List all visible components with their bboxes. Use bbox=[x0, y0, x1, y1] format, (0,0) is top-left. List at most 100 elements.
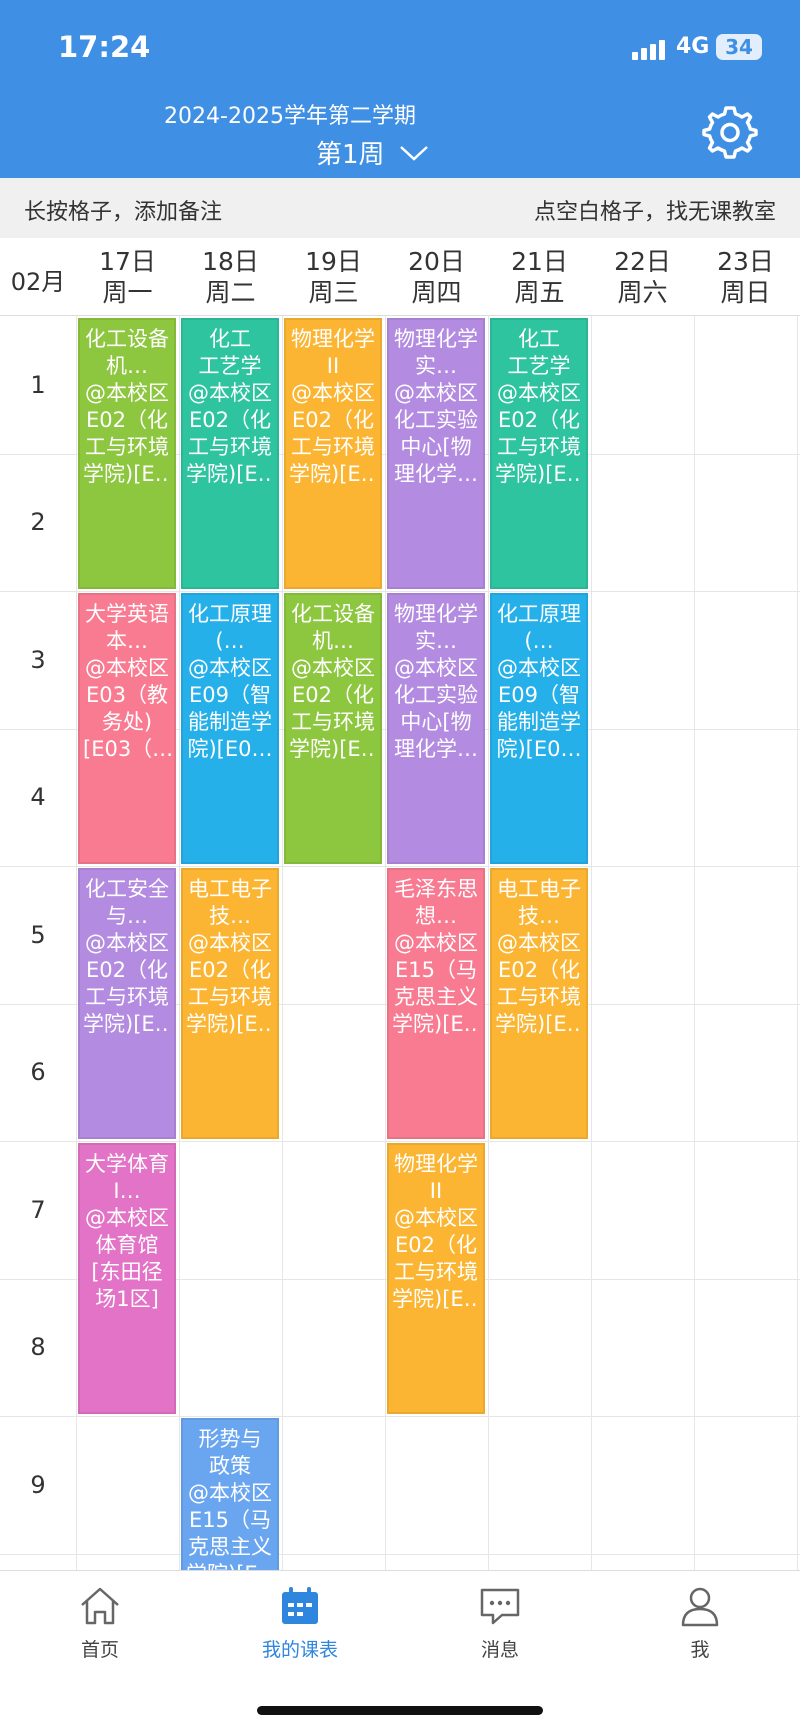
course-text-line: 院)[E0… bbox=[496, 737, 582, 761]
day-date: 21日 bbox=[511, 247, 568, 276]
course-text-line: 形势与 bbox=[198, 1427, 262, 1451]
course-text-line: 克思主义 bbox=[188, 1535, 272, 1559]
course-card[interactable]: 物理化学 实… @本校区 化工实验 中心[物 理化学… bbox=[387, 318, 485, 589]
course-text-line: E03（教 bbox=[86, 683, 168, 707]
course-text-line: @本校区 bbox=[291, 656, 375, 680]
day-weekday: 周六 bbox=[617, 278, 668, 307]
course-card[interactable]: 物理化学 II @本校区 E02（化 工与环境 学院)[E… bbox=[387, 1143, 485, 1414]
course-card[interactable]: 物理化学 实… @本校区 化工实验 中心[物 理化学… bbox=[387, 593, 485, 864]
course-card[interactable]: 化工安全 与… @本校区 E02（化 工与环境 学院)[E… bbox=[78, 868, 176, 1139]
course-text-line: 技… bbox=[209, 904, 251, 928]
course-text-line: 工与环境 bbox=[497, 435, 581, 459]
course-text-line: [E03（… bbox=[83, 737, 171, 761]
day-header: 17日 周一 bbox=[76, 246, 179, 308]
course-text-line: @本校区 bbox=[497, 931, 581, 955]
course-text-line: 物理化学 bbox=[394, 327, 478, 351]
course-text-line: 实… bbox=[415, 629, 457, 653]
course-text-line: 化工安全 bbox=[85, 877, 169, 901]
home-indicator bbox=[257, 1706, 543, 1715]
message-icon bbox=[480, 1588, 520, 1625]
course-text-line: @本校区 bbox=[188, 656, 272, 680]
day-date: 23日 bbox=[717, 247, 774, 276]
course-card[interactable]: 化工原理 (… @本校区 E09（智 能制造学 院)[E0… bbox=[490, 593, 588, 864]
course-text-line: 化工设备 bbox=[291, 602, 375, 626]
course-card[interactable]: 化工 工艺学 @本校区 E02（化 工与环境 学院)[E… bbox=[490, 318, 588, 589]
course-text-line: I… bbox=[113, 1179, 141, 1203]
day-header: 22日 周六 bbox=[591, 246, 694, 308]
course-text-line: 机… bbox=[312, 629, 354, 653]
status-time: 17:24 bbox=[58, 30, 151, 64]
course-card[interactable]: 电工电子 技… @本校区 E02（化 工与环境 学院)[E… bbox=[490, 868, 588, 1139]
tab-home[interactable]: 首页 bbox=[40, 1585, 160, 1662]
grid-row-line bbox=[0, 1416, 800, 1417]
period-number: 3 bbox=[30, 645, 46, 674]
course-card[interactable]: 形势与政策 @本校区 E15（马克思主义学院)[E… bbox=[181, 1418, 279, 1570]
settings-gear-icon[interactable] bbox=[702, 104, 758, 160]
course-card[interactable]: 大学体育 I… @本校区 体育馆 [东田径 场1区] bbox=[78, 1143, 176, 1414]
course-text-line: 毛泽东思 bbox=[394, 877, 478, 901]
day-weekday: 周三 bbox=[308, 278, 359, 307]
course-text-line: 学院)[E… bbox=[289, 737, 377, 761]
course-text-line: 化工实验 bbox=[394, 683, 478, 707]
tab-label: 我 bbox=[690, 1639, 710, 1661]
course-text-line: @本校区 bbox=[85, 656, 169, 680]
course-text-line: 理化学… bbox=[394, 462, 478, 486]
course-text-line: E02（化 bbox=[292, 683, 374, 707]
course-text-line: @本校区 bbox=[85, 1206, 169, 1230]
course-text-line: 工艺学 bbox=[198, 354, 262, 378]
timetable-grid[interactable]: 1 2 3 4 5 6 7 8 9 化工设备 机… @本校区 E02（化 工与环境 学院)[E… 化工 工艺学 @… bbox=[0, 316, 800, 1570]
course-text-line: @本校区 bbox=[291, 381, 375, 405]
tab-label: 我的课表 bbox=[261, 1639, 338, 1661]
tab-my-schedule[interactable]: 我的课表 bbox=[240, 1585, 360, 1662]
day-header-row: 02月 17日 周一 18日 周二 19日 周三 20日 周四 21日 周五 22日 周六 23日 周日 bbox=[0, 238, 800, 316]
course-text-line: @本校区 bbox=[188, 931, 272, 955]
day-date: 18日 bbox=[202, 247, 259, 276]
course-card[interactable]: 电工电子 技… @本校区 E02（化 工与环境 学院)[E… bbox=[181, 868, 279, 1139]
course-card[interactable]: 化工原理 (… @本校区 E09（智 能制造学 院)[E0… bbox=[181, 593, 279, 864]
course-text-line: @本校区 bbox=[188, 1481, 272, 1505]
course-card[interactable]: 物理化学 II @本校区 E02（化 工与环境 学院)[E… bbox=[284, 318, 382, 589]
week-label: 第1周 bbox=[316, 140, 385, 170]
course-text-line: @本校区 bbox=[85, 381, 169, 405]
course-text-line: 学院)[E… bbox=[186, 1561, 274, 1570]
course-text-line: 工与环境 bbox=[188, 985, 272, 1009]
course-card[interactable]: 化工设备 机… @本校区 E02（化 工与环境 学院)[E… bbox=[284, 593, 382, 864]
course-text-line: 工与环境 bbox=[85, 435, 169, 459]
tab-me[interactable]: 我 bbox=[640, 1585, 760, 1662]
course-text-line: 电工电子 bbox=[188, 877, 272, 901]
course-text-line: E02（化 bbox=[189, 958, 271, 982]
course-card[interactable]: 毛泽东思 想… @本校区 E15（马 克思主义 学院)[E… bbox=[387, 868, 485, 1139]
course-text-line: 能制造学 bbox=[188, 710, 272, 734]
course-text-line: @本校区 bbox=[394, 1206, 478, 1230]
course-text-line: 化工实验 bbox=[394, 408, 478, 432]
app-header: 17:24 4G 34 2024-2025学年第二学期 第1周 bbox=[0, 0, 800, 178]
course-text-line: (… bbox=[215, 629, 245, 653]
course-card[interactable]: 大学英语 本… @本校区 E03（教 务处) [E03（… bbox=[78, 593, 176, 864]
course-text-line: E02（化 bbox=[86, 408, 168, 432]
course-card[interactable]: 化工设备 机… @本校区 E02（化 工与环境 学院)[E… bbox=[78, 318, 176, 589]
grid-row-line bbox=[0, 866, 800, 867]
course-text-line: 理化学… bbox=[394, 737, 478, 761]
hint-bar: 长按格子，添加备注 点空白格子，找无课教室 bbox=[0, 178, 800, 238]
grid-column-line bbox=[591, 316, 592, 1570]
day-header: 21日 周五 bbox=[488, 246, 591, 308]
course-card[interactable]: 化工 工艺学 @本校区 E02（化 工与环境 学院)[E… bbox=[181, 318, 279, 589]
course-text-line: @本校区 bbox=[85, 931, 169, 955]
network-type: 4G bbox=[676, 34, 710, 59]
day-date: 22日 bbox=[614, 247, 671, 276]
week-selector[interactable]: 第1周 bbox=[316, 134, 429, 171]
day-weekday: 周日 bbox=[720, 278, 771, 307]
day-date: 19日 bbox=[305, 247, 362, 276]
calendar-icon bbox=[282, 1587, 318, 1624]
course-text-line: 大学英语 bbox=[85, 602, 169, 626]
day-header: 18日 周二 bbox=[179, 246, 282, 308]
course-text-line: E02（化 bbox=[498, 408, 580, 432]
grid-column-line bbox=[179, 316, 180, 1570]
grid-column-line bbox=[694, 316, 695, 1570]
grid-column-line bbox=[385, 316, 386, 1570]
tab-messages[interactable]: 消息 bbox=[440, 1585, 560, 1662]
grid-row-line bbox=[0, 591, 800, 592]
course-text-line: E02（化 bbox=[498, 958, 580, 982]
course-text-line: 学院)[E… bbox=[83, 462, 171, 486]
course-text-line: 学院)[E… bbox=[186, 462, 274, 486]
